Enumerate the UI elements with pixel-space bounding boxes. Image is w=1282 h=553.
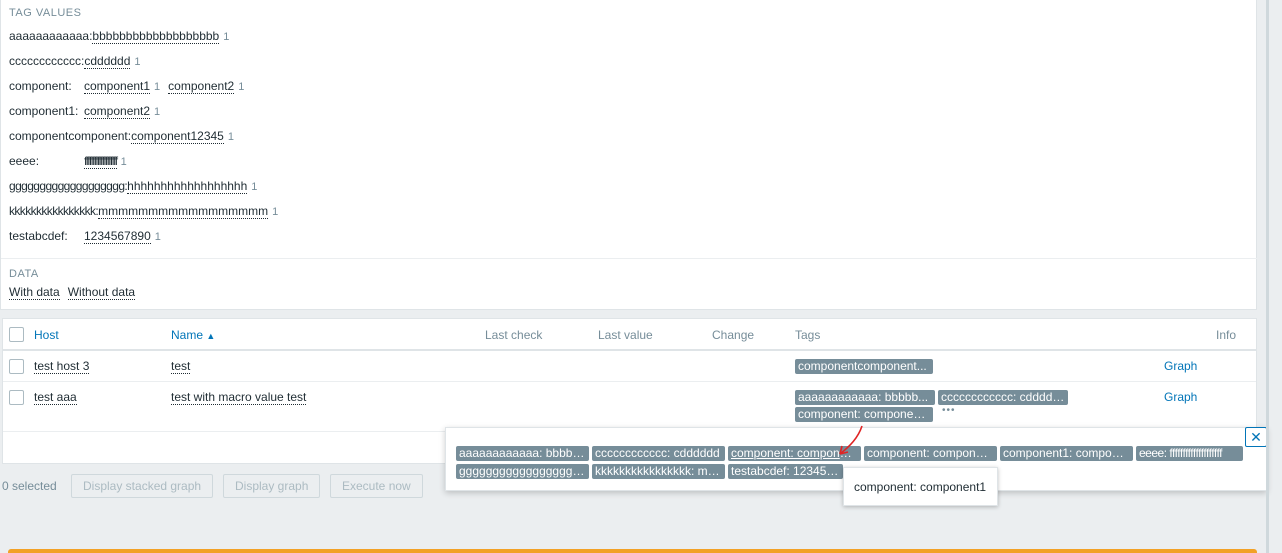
warning-bar: [8, 549, 1257, 553]
tag-badge[interactable]: eeee: ffffffffffffffffffff: [1136, 446, 1243, 461]
close-icon[interactable]: ✕: [1245, 427, 1267, 447]
filter-panel: TAG VALUES aaaaaaaaaaaa:bbbbbbbbbbbbbbbb…: [0, 0, 1258, 310]
tag-value-link[interactable]: component2: [168, 79, 235, 94]
divider: [1, 258, 1258, 259]
name-column-header[interactable]: Name ▲: [171, 328, 215, 342]
tag-value-link[interactable]: cdddddd: [84, 54, 131, 69]
tag-badge[interactable]: ggggggggggggggggggg: hhhhhhhhhhhhhhhhhh: [456, 464, 589, 479]
tag-count: 1: [223, 31, 230, 43]
tag-row: componentcomponent:component12345 1: [9, 129, 242, 147]
selected-count: 0 selected: [2, 479, 57, 493]
tag-badge[interactable]: component: component2: [864, 446, 997, 461]
tag-key: kkkkkkkkkkkkkkkk:: [9, 204, 99, 218]
tag-badge[interactable]: aaaaaaaaaaaa: bbbbbbbbbbbbbbbbbbb: [456, 446, 589, 461]
annotation-arrow-icon: [839, 425, 863, 455]
tag-count: 1: [120, 156, 127, 168]
without-data-link[interactable]: Without data: [67, 285, 136, 300]
execute-now-button[interactable]: Execute now: [330, 474, 423, 498]
display-graph-button[interactable]: Display graph: [223, 474, 321, 498]
tag-key: componentcomponent:: [9, 129, 132, 143]
host-link[interactable]: test host 3: [34, 359, 90, 374]
tag-key: component:: [9, 79, 72, 93]
tag-row: component: component1 1 component2 1: [9, 79, 252, 97]
tag-key: component1:: [9, 104, 79, 118]
tag-badge[interactable]: componentcomponent...: [795, 359, 933, 374]
tag-key: ggggggggggggggggggg:: [9, 179, 128, 193]
last-check-column-header: Last check: [485, 328, 543, 342]
tag-badge[interactable]: testabcdef: 1234567890: [728, 464, 843, 479]
row-divider: [3, 381, 1256, 382]
name-header-label: Name: [171, 328, 204, 342]
tag-count: 1: [134, 56, 141, 68]
tag-row: eeee: ffffffffffffffffffff 1: [9, 154, 135, 172]
tag-badge[interactable]: cccccccccccc: cdddddd: [938, 390, 1068, 405]
with-data-link[interactable]: With data: [9, 285, 60, 300]
graph-link[interactable]: Graph: [1164, 359, 1197, 373]
row-checkbox[interactable]: [9, 359, 24, 374]
tag-value-link[interactable]: mmmmmmmmmmmmmmmmm: [98, 204, 269, 219]
change-column-header: Change: [712, 328, 755, 342]
info-column-header: Info: [1216, 328, 1237, 342]
tag-badge[interactable]: kkkkkkkkkkkkkkkk: mmmmmmmmmmmmmmmmm: [592, 464, 725, 479]
tag-value-link[interactable]: component1: [84, 79, 151, 94]
data-title: DATA: [9, 268, 39, 280]
tag-badge[interactable]: component: component1: [795, 407, 933, 422]
host-link[interactable]: test aaa: [34, 390, 77, 405]
sort-ascending-icon: ▲: [206, 331, 216, 341]
tag-key: cccccccccccc:: [9, 54, 85, 68]
tag-count: 1: [227, 131, 234, 143]
tag-row: aaaaaaaaaaaa:bbbbbbbbbbbbbbbbbbb 1: [9, 29, 237, 47]
tag-value-link[interactable]: bbbbbbbbbbbbbbbbbbb: [92, 29, 220, 44]
tag-values-title: TAG VALUES: [9, 7, 82, 19]
last-value-column-header: Last value: [598, 328, 653, 342]
tag-badge[interactable]: component1: component2: [1000, 446, 1133, 461]
tag-badge[interactable]: aaaaaaaaaaaa: bbbbb...: [795, 390, 935, 405]
tag-row: testabcdef: 1234567890 1: [9, 229, 169, 247]
tag-row: ggggggggggggggggggg:hhhhhhhhhhhhhhhhhh 1: [9, 179, 265, 197]
tag-key: testabcdef:: [9, 229, 68, 243]
tag-count: 1: [154, 231, 161, 243]
tag-tooltip: component: component1: [843, 467, 998, 506]
tag-count: 1: [238, 81, 245, 93]
tag-badge[interactable]: cccccccccccc: cdddddd: [592, 446, 725, 461]
tag-row: cccccccccccc:cdddddd 1: [9, 54, 149, 72]
tag-count: 1: [272, 206, 279, 218]
select-all-checkbox[interactable]: [9, 327, 24, 342]
graph-link[interactable]: Graph: [1164, 390, 1197, 404]
tag-row: component1: component2 1: [9, 104, 168, 122]
item-name-link[interactable]: test: [171, 359, 191, 374]
page-scrollbar[interactable]: [1266, 0, 1269, 553]
tag-value-link[interactable]: component12345: [131, 129, 224, 144]
data-filter-links: With data Without data: [9, 285, 143, 300]
tag-value-link[interactable]: ffffffffffffffffffff: [84, 154, 118, 169]
tag-key: eeee:: [9, 154, 40, 168]
more-tags-icon[interactable]: •••: [942, 405, 956, 416]
tag-value-link[interactable]: component2: [84, 104, 151, 119]
tag-count: 1: [251, 181, 258, 193]
header-divider: [3, 349, 1256, 351]
tag-count: 1: [154, 106, 161, 118]
row-checkbox[interactable]: [9, 390, 24, 405]
tag-key: aaaaaaaaaaaa:: [9, 29, 93, 43]
host-column-header[interactable]: Host: [34, 328, 59, 342]
item-name-link[interactable]: test with macro value test: [171, 390, 307, 405]
tags-column-header: Tags: [795, 328, 821, 342]
tag-count: 1: [154, 81, 161, 93]
tag-value-link[interactable]: hhhhhhhhhhhhhhhhhh: [127, 179, 248, 194]
tag-row: kkkkkkkkkkkkkkkk:mmmmmmmmmmmmmmmmm 1: [9, 204, 286, 222]
display-stacked-graph-button[interactable]: Display stacked graph: [71, 474, 214, 498]
tag-value-link[interactable]: 1234567890: [84, 229, 151, 244]
